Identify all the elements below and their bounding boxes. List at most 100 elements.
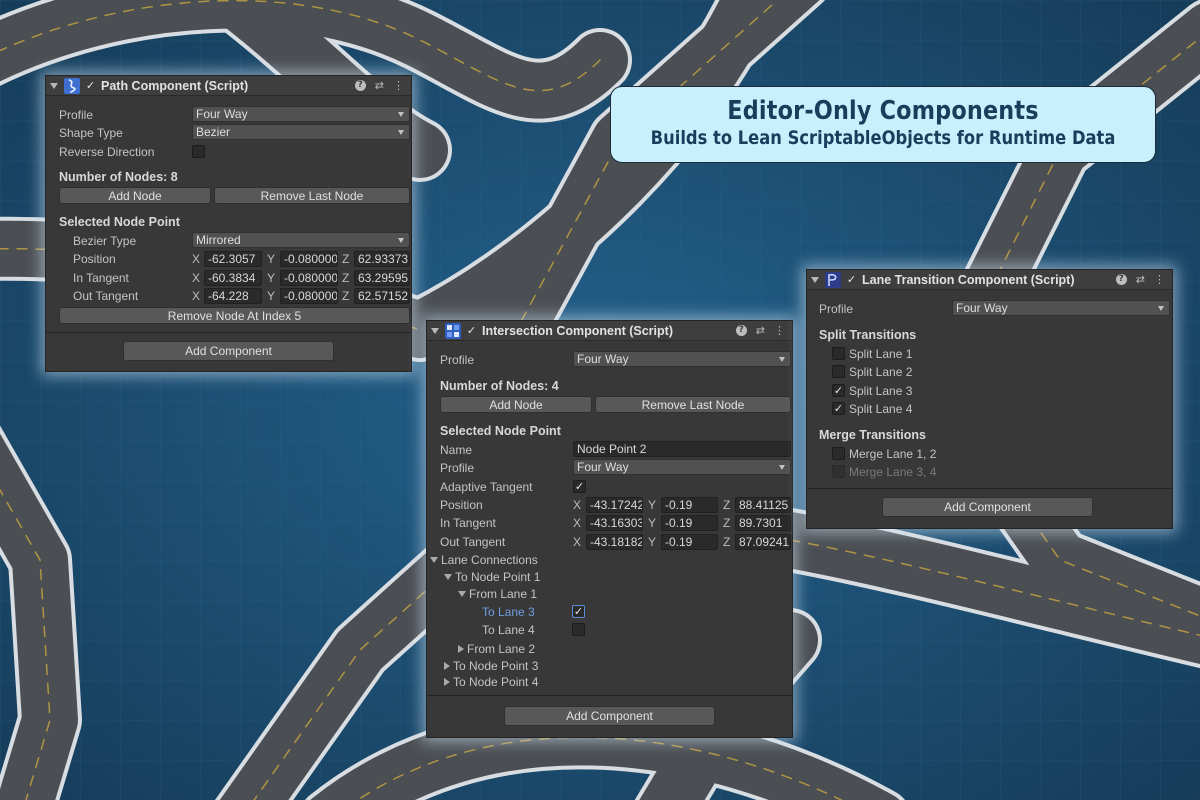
- to-node-point-3-foldout[interactable]: To Node Point 3: [444, 658, 538, 674]
- y-axis-label: Y: [648, 516, 657, 530]
- banner-subtitle: Builds to Lean ScriptableObjects for Run…: [650, 127, 1116, 149]
- expanded-arrow-icon: [444, 574, 452, 580]
- preset-icon[interactable]: ⇄: [756, 325, 765, 336]
- help-icon[interactable]: ?: [354, 80, 366, 91]
- foldout-arrow-icon[interactable]: [50, 82, 58, 89]
- panel-title: Path Component (Script): [101, 78, 249, 93]
- position-z-field[interactable]: 62.93373: [354, 251, 410, 267]
- y-axis-label: Y: [267, 271, 276, 285]
- out-tangent-y-field[interactable]: -0.19: [661, 534, 718, 550]
- add-component-button[interactable]: Add Component: [882, 497, 1093, 517]
- profile-label: Profile: [59, 108, 94, 122]
- kebab-menu-icon[interactable]: ⋮: [393, 80, 404, 91]
- reverse-direction-checkbox[interactable]: [192, 145, 205, 158]
- in-tangent-y-field[interactable]: -0.080000: [280, 270, 338, 286]
- position-y-field[interactable]: -0.080000: [280, 251, 338, 267]
- out-tangent-z-field[interactable]: 87.09241: [735, 534, 791, 550]
- position-label: Position: [440, 498, 483, 512]
- split-lane-4-checkbox[interactable]: ✓: [832, 402, 845, 415]
- banner-title: Editor-Only Components: [727, 96, 1039, 126]
- enabled-checkbox[interactable]: ✓: [845, 273, 858, 286]
- out-tangent-z-field[interactable]: 62.57152: [354, 288, 410, 304]
- foldout-arrow-icon[interactable]: [811, 276, 819, 283]
- profile-dropdown[interactable]: Four Way: [952, 300, 1170, 316]
- from-lane-2-foldout[interactable]: From Lane 2: [458, 641, 535, 657]
- node-profile-dropdown[interactable]: Four Way: [573, 459, 791, 475]
- split-lane-4-label: Split Lane 4: [849, 402, 913, 416]
- lane-connections-foldout[interactable]: Lane Connections: [430, 552, 538, 568]
- z-axis-label: Z: [342, 271, 350, 285]
- add-node-button[interactable]: Add Node: [59, 187, 211, 204]
- reverse-direction-label: Reverse Direction: [59, 145, 155, 159]
- shape-type-label: Shape Type: [59, 126, 123, 140]
- intersection-component-header[interactable]: ✓ Intersection Component (Script) ? ⇄ ⋮: [427, 321, 792, 341]
- panel-title: Lane Transition Component (Script): [862, 272, 1075, 287]
- remove-node-at-index-button[interactable]: Remove Node At Index 5: [59, 307, 410, 324]
- add-component-button[interactable]: Add Component: [123, 341, 334, 361]
- in-tangent-z-field[interactable]: 89.7301: [735, 515, 791, 531]
- split-lane-3-checkbox[interactable]: ✓: [832, 384, 845, 397]
- name-field[interactable]: Node Point 2: [573, 441, 791, 457]
- preset-icon[interactable]: ⇄: [1136, 274, 1145, 285]
- enabled-checkbox[interactable]: ✓: [84, 79, 97, 92]
- z-axis-label: Z: [342, 252, 350, 266]
- position-y-field[interactable]: -0.19: [661, 497, 718, 513]
- position-x-field[interactable]: -43.17242: [586, 497, 643, 513]
- in-tangent-y-field[interactable]: -0.19: [661, 515, 718, 531]
- shape-type-dropdown[interactable]: Bezier: [192, 124, 410, 140]
- add-node-button[interactable]: Add Node: [440, 396, 592, 413]
- merge-lane-3-4-checkbox: [832, 465, 845, 478]
- z-axis-label: Z: [723, 498, 731, 512]
- chevron-down-icon: [779, 357, 785, 362]
- remove-last-node-button[interactable]: Remove Last Node: [214, 187, 410, 204]
- enabled-checkbox[interactable]: ✓: [465, 324, 478, 337]
- foldout-arrow-icon[interactable]: [431, 327, 439, 334]
- kebab-menu-icon[interactable]: ⋮: [1154, 274, 1165, 285]
- position-z-field[interactable]: 88.41125: [735, 497, 791, 513]
- chevron-down-icon: [398, 238, 404, 243]
- x-axis-label: X: [192, 271, 201, 285]
- to-lane-3-checkbox[interactable]: ✓: [572, 605, 585, 618]
- out-tangent-y-field[interactable]: -0.080000: [280, 288, 338, 304]
- z-axis-label: Z: [723, 516, 731, 530]
- path-component-header[interactable]: ✓ Path Component (Script) ? ⇄ ⋮: [46, 76, 411, 96]
- kebab-menu-icon[interactable]: ⋮: [774, 325, 785, 336]
- in-tangent-x-field[interactable]: -43.16303: [586, 515, 643, 531]
- to-node-point-4-foldout[interactable]: To Node Point 4: [444, 674, 538, 690]
- help-icon[interactable]: ?: [1115, 274, 1127, 285]
- x-axis-label: X: [192, 289, 201, 303]
- split-lane-2-label: Split Lane 2: [849, 365, 913, 379]
- collapsed-arrow-icon: [458, 645, 464, 653]
- preset-icon[interactable]: ⇄: [375, 80, 384, 91]
- bezier-type-dropdown[interactable]: Mirrored: [192, 232, 410, 248]
- position-x-field[interactable]: -62.3057: [204, 251, 262, 267]
- in-tangent-z-field[interactable]: 63.29595: [354, 270, 410, 286]
- merge-lane-1-2-checkbox[interactable]: [832, 447, 845, 460]
- remove-last-node-button[interactable]: Remove Last Node: [595, 396, 791, 413]
- split-transitions-heading: Split Transitions: [819, 328, 917, 342]
- out-tangent-x-field[interactable]: -64.228: [204, 288, 262, 304]
- out-tangent-x-field[interactable]: -43.18182: [586, 534, 643, 550]
- help-icon[interactable]: ?: [735, 325, 747, 336]
- to-lane-4-checkbox[interactable]: [572, 623, 585, 636]
- x-axis-label: X: [573, 535, 582, 549]
- add-component-button[interactable]: Add Component: [504, 706, 715, 726]
- path-script-icon: [64, 77, 80, 94]
- panel-title: Intersection Component (Script): [482, 323, 673, 338]
- from-lane-1-foldout[interactable]: From Lane 1: [458, 586, 537, 602]
- y-axis-label: Y: [267, 289, 276, 303]
- split-lane-2-checkbox[interactable]: [832, 365, 845, 378]
- profile-dropdown[interactable]: Four Way: [573, 351, 791, 367]
- x-axis-label: X: [573, 516, 582, 530]
- lane-transition-component-header[interactable]: ✓ Lane Transition Component (Script) ? ⇄…: [807, 270, 1172, 290]
- to-node-point-1-foldout[interactable]: To Node Point 1: [444, 569, 540, 585]
- in-tangent-x-field[interactable]: -60.3834: [204, 270, 262, 286]
- collapsed-arrow-icon: [444, 678, 450, 686]
- split-lane-1-checkbox[interactable]: [832, 347, 845, 360]
- bezier-type-label: Bezier Type: [73, 234, 137, 248]
- intersection-script-icon: [445, 322, 461, 339]
- adaptive-tangent-checkbox[interactable]: ✓: [573, 480, 586, 493]
- profile-dropdown[interactable]: Four Way: [192, 106, 410, 122]
- expanded-arrow-icon: [458, 591, 466, 597]
- to-lane-4-label: To Lane 4: [482, 623, 535, 637]
